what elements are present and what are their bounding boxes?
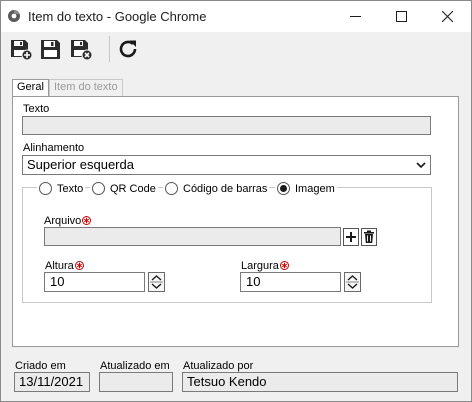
alinhamento-value: Superior esquerda (27, 157, 134, 172)
largura-label: Largura (241, 260, 289, 272)
altura-label: Altura (45, 260, 84, 272)
texto-input[interactable] (22, 116, 431, 135)
stepper-arrows-icon (150, 275, 163, 289)
criado-em-value: 13/11/2021 (14, 372, 90, 392)
chrome-globe-icon (8, 10, 20, 22)
browser-window: Item do texto - Google Chrome Geral Item… (0, 0, 472, 402)
altura-stepper[interactable] (148, 272, 165, 292)
required-icon (82, 216, 92, 225)
minimize-button[interactable] (333, 1, 379, 32)
alinhamento-select[interactable]: Superior esquerda (22, 155, 431, 175)
largura-label-text: Largura (241, 260, 279, 272)
chevron-down-icon (416, 162, 426, 169)
stepper-arrows-icon (346, 275, 359, 289)
atualizado-em-value (99, 372, 173, 392)
required-icon (74, 261, 84, 270)
window-title: Item do texto - Google Chrome (28, 9, 207, 24)
save-close-icon (71, 40, 93, 61)
save-close-button[interactable] (69, 37, 93, 61)
refresh-button[interactable] (116, 37, 140, 61)
radio-codigo-de-barras[interactable]: Código de barras (163, 182, 270, 196)
save-new-icon (11, 40, 33, 61)
trash-icon (361, 228, 377, 246)
save-button[interactable] (39, 37, 63, 61)
largura-input[interactable]: 10 (240, 272, 341, 292)
radio-circle-selected (277, 182, 290, 195)
largura-stepper[interactable] (344, 272, 361, 292)
radio-barras-label: Código de barras (183, 183, 268, 195)
refresh-icon (119, 40, 137, 58)
alinhamento-label: Alinhamento (23, 142, 85, 154)
save-icon (41, 40, 60, 59)
arquivo-label-text: Arquivo (44, 215, 82, 227)
close-button[interactable] (425, 1, 471, 32)
atualizado-por-value: Tetsuo Kendo (182, 372, 458, 392)
maximize-button[interactable] (379, 1, 425, 32)
save-new-button[interactable] (9, 37, 33, 61)
add-file-button[interactable] (343, 228, 359, 246)
altura-input[interactable]: 10 (44, 272, 145, 292)
delete-file-button[interactable] (361, 228, 377, 246)
minimize-icon (350, 16, 361, 17)
atualizado-por-label: Atualizado por (183, 360, 254, 372)
radio-circle (165, 182, 178, 195)
radio-circle (92, 182, 105, 195)
tab-geral[interactable]: Geral (12, 79, 49, 97)
atualizado-em-label: Atualizado em (100, 360, 170, 372)
radio-imagem[interactable]: Imagem (275, 182, 337, 196)
criado-em-label: Criado em (15, 360, 66, 372)
radio-texto-label: Texto (57, 183, 84, 195)
altura-label-text: Altura (45, 260, 74, 272)
arquivo-label: Arquivo (44, 215, 92, 227)
plus-icon (343, 228, 359, 246)
required-icon (279, 261, 289, 270)
toolbar-separator (109, 36, 110, 62)
arquivo-input[interactable] (44, 227, 341, 246)
tab-item-do-texto[interactable]: Item do texto (49, 79, 123, 96)
radio-qrcode-label: QR Code (110, 183, 156, 195)
radio-texto[interactable]: Texto (37, 182, 86, 196)
radio-qrcode[interactable]: QR Code (90, 182, 158, 196)
toolbar (1, 32, 471, 66)
close-icon (442, 11, 453, 22)
title-bar: Item do texto - Google Chrome (1, 1, 471, 32)
radio-imagem-label: Imagem (295, 183, 335, 195)
texto-label: Texto (23, 103, 50, 115)
maximize-icon (396, 11, 407, 22)
radio-circle (39, 182, 52, 195)
